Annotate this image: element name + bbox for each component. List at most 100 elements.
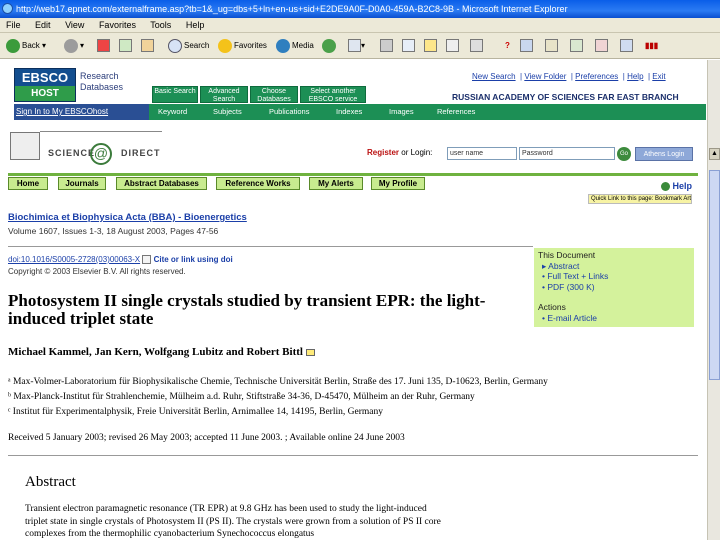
toolbar-extra-3[interactable] bbox=[570, 37, 583, 54]
refresh-icon bbox=[119, 39, 132, 53]
window-title: http://web17.epnet.com/externalframe.asp… bbox=[16, 4, 568, 14]
preferences-link[interactable]: Preferences bbox=[575, 72, 618, 81]
stop-icon bbox=[97, 39, 110, 53]
nav-keyword[interactable]: Keyword bbox=[158, 107, 187, 116]
research-icon bbox=[446, 39, 459, 53]
discuss-icon bbox=[424, 39, 437, 53]
bookmark-link[interactable]: Quick Link to this page: Bookmark Articl… bbox=[588, 194, 692, 204]
refresh-button[interactable] bbox=[119, 37, 132, 54]
nav-references[interactable]: References bbox=[437, 107, 475, 116]
nav-images[interactable]: Images bbox=[389, 107, 414, 116]
cite-link[interactable]: Cite or link using doi bbox=[154, 255, 233, 264]
login-row: Register or Login: bbox=[367, 148, 432, 157]
abstract-text: Transient electron paramagnetic resonanc… bbox=[25, 504, 441, 539]
menu-help[interactable]: Help bbox=[186, 20, 205, 30]
article-title: Photosystem II single crystals studied b… bbox=[8, 291, 486, 328]
tab-my-profile[interactable]: My Profile bbox=[371, 177, 425, 190]
divider bbox=[8, 455, 698, 456]
abstract-heading: Abstract bbox=[25, 474, 76, 490]
tab-home[interactable]: Home bbox=[8, 177, 48, 190]
email-envelope-icon[interactable] bbox=[305, 348, 315, 356]
messenger-icon bbox=[470, 39, 483, 53]
divider bbox=[8, 246, 533, 247]
cite-icon bbox=[142, 255, 152, 265]
sidebox-abstract-link[interactable]: ▸ Abstract bbox=[538, 261, 690, 272]
tab-reference-works[interactable]: Reference Works bbox=[216, 177, 300, 190]
sidebox-email-link[interactable]: • E-mail Article bbox=[538, 313, 690, 324]
vertical-scrollbar[interactable]: ▲ bbox=[707, 60, 720, 540]
view-folder-link[interactable]: View Folder bbox=[524, 72, 566, 81]
or-login-label: or Login: bbox=[401, 148, 433, 157]
register-link[interactable]: Register bbox=[367, 148, 399, 157]
home-icon bbox=[141, 39, 154, 53]
sidebox-heading: This Document bbox=[538, 250, 596, 260]
menu-bar: File Edit View Favorites Tools Help bbox=[0, 18, 720, 33]
extension-icon bbox=[520, 39, 533, 53]
edit-button[interactable] bbox=[402, 37, 415, 54]
tab-basic-search[interactable]: Basic Search bbox=[152, 86, 198, 103]
toolbar-extra-6[interactable]: ▮▮▮ bbox=[645, 37, 658, 54]
menu-view[interactable]: View bbox=[65, 20, 84, 30]
toolbar-extra-1[interactable] bbox=[520, 37, 533, 54]
tab-choose-databases[interactable]: Choose Databases bbox=[250, 86, 298, 103]
menu-tools[interactable]: Tools bbox=[150, 20, 171, 30]
athens-login-button[interactable]: Athens Login bbox=[635, 147, 693, 161]
scroll-up-arrow-icon[interactable]: ▲ bbox=[709, 148, 720, 160]
tab-my-alerts[interactable]: My Alerts bbox=[309, 177, 363, 190]
nav-indexes[interactable]: Indexes bbox=[336, 107, 362, 116]
copyright-notice: Copyright © 2003 Elsevier B.V. All right… bbox=[8, 267, 186, 276]
doi-line: doi:10.1016/S0005-2728(03)00063-X Cite o… bbox=[8, 255, 233, 265]
sign-in-link[interactable]: Sign In to My EBSCOhost bbox=[14, 104, 149, 120]
ebsco-logo[interactable]: EBSCO HOST bbox=[14, 68, 76, 102]
menu-edit[interactable]: Edit bbox=[35, 20, 51, 30]
favorites-button[interactable]: Favorites bbox=[218, 37, 267, 54]
menu-favorites[interactable]: Favorites bbox=[99, 20, 136, 30]
tab-journals[interactable]: Journals bbox=[58, 177, 106, 190]
forward-button[interactable]: ▾ bbox=[64, 37, 84, 54]
sidebox-pdf-link[interactable]: • PDF (300 K) bbox=[538, 282, 690, 293]
media-button[interactable]: Media bbox=[276, 37, 314, 54]
history-button[interactable] bbox=[322, 37, 338, 54]
go-button[interactable]: Go bbox=[617, 147, 631, 161]
back-arrow-icon bbox=[6, 38, 20, 53]
home-button[interactable] bbox=[141, 37, 154, 54]
back-button[interactable]: Back ▾ bbox=[6, 37, 46, 54]
nav-subjects[interactable]: Subjects bbox=[213, 107, 242, 116]
exit-link[interactable]: Exit bbox=[652, 72, 665, 81]
sd-nav-divider bbox=[8, 173, 698, 176]
discuss-button[interactable] bbox=[424, 37, 437, 54]
help-question-icon[interactable]: ? bbox=[505, 37, 510, 54]
messenger-button[interactable] bbox=[470, 37, 483, 54]
tab-abstract-databases[interactable]: Abstract Databases bbox=[116, 177, 207, 190]
print-icon bbox=[380, 39, 393, 53]
sidebox-actions-heading: Actions bbox=[538, 302, 566, 312]
username-field[interactable]: user name bbox=[447, 147, 517, 160]
elsevier-logo[interactable] bbox=[10, 132, 40, 160]
help-button[interactable]: Help bbox=[661, 181, 692, 192]
forward-arrow-icon bbox=[64, 38, 78, 53]
search-button[interactable]: Search bbox=[168, 37, 209, 54]
affiliation-c: ᶜ Institut für Experimentalphysik, Freie… bbox=[8, 407, 383, 417]
mail-icon bbox=[348, 39, 361, 53]
print-button[interactable] bbox=[380, 37, 393, 54]
help-link[interactable]: Help bbox=[627, 72, 643, 81]
journal-title-link[interactable]: Biochimica et Biophysica Acta (BBA) - Bi… bbox=[8, 212, 247, 223]
menu-file[interactable]: File bbox=[6, 20, 21, 30]
new-search-link[interactable]: New Search bbox=[472, 72, 516, 81]
mail-button[interactable]: ▾ bbox=[348, 37, 365, 54]
toolbar-extra-2[interactable] bbox=[545, 37, 558, 54]
toolbar-extra-5[interactable] bbox=[620, 37, 633, 54]
toolbar-extra-4[interactable] bbox=[595, 37, 608, 54]
stop-button[interactable] bbox=[97, 37, 110, 54]
nav-publications[interactable]: Publications bbox=[269, 107, 309, 116]
help-icon bbox=[661, 182, 670, 192]
password-field[interactable]: Password bbox=[519, 147, 615, 160]
sidebox-fulltext-link[interactable]: • Full Text + Links bbox=[538, 271, 690, 282]
sciencedirect-at-icon: @ bbox=[90, 143, 112, 165]
doi-link[interactable]: doi:10.1016/S0005-2728(03)00063-X bbox=[8, 255, 140, 264]
tab-advanced-search[interactable]: Advanced Search bbox=[200, 86, 248, 103]
tab-select-service[interactable]: Select another EBSCO service bbox=[300, 86, 366, 103]
volume-info: Volume 1607, Issues 1-3, 18 August 2003,… bbox=[8, 226, 219, 236]
scrollbar-thumb[interactable] bbox=[709, 170, 720, 380]
research-button[interactable] bbox=[446, 37, 459, 54]
